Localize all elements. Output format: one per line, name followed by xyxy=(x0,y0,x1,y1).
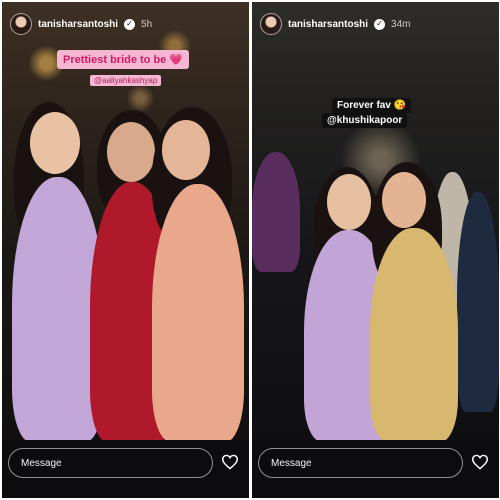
person-peach-saree xyxy=(152,184,244,440)
post-time: 5h xyxy=(141,18,153,30)
story-photo[interactable]: Prettiest bride to be 💗 @aaliyahkashyap xyxy=(2,2,249,440)
verified-badge-icon: ✓ xyxy=(374,18,386,30)
sticker-text: Prettiest bride to be xyxy=(63,54,167,66)
message-placeholder: Message xyxy=(21,457,62,469)
person-face xyxy=(107,122,155,182)
story-photo[interactable]: Forever fav 😘 @khushikapoor xyxy=(252,2,499,440)
person-gold-lehenga xyxy=(370,228,458,440)
story-panel-right[interactable]: Forever fav 😘 @khushikapoor tanisharsant… xyxy=(252,2,499,498)
person-face xyxy=(327,174,371,230)
message-input[interactable]: Message xyxy=(8,448,213,478)
story-panel-left[interactable]: Prettiest bride to be 💗 @aaliyahkashyap … xyxy=(2,2,249,498)
story-header: tanisharsantoshi ✓ 5h xyxy=(10,12,241,36)
story-header: tanisharsantoshi ✓ 34m xyxy=(260,12,491,36)
person-face xyxy=(162,120,210,180)
username[interactable]: tanisharsantoshi xyxy=(38,19,118,30)
story-text-sticker[interactable]: Prettiest bride to be 💗 xyxy=(57,50,190,69)
person-face xyxy=(382,172,426,228)
story-text-sticker[interactable]: Forever fav 😘 xyxy=(332,98,412,113)
person-background xyxy=(252,152,300,272)
post-time: 34m xyxy=(391,18,411,30)
avatar[interactable] xyxy=(260,13,282,35)
message-input[interactable]: Message xyxy=(258,448,463,478)
kiss-emoji-icon: 😘 xyxy=(393,100,407,111)
avatar[interactable] xyxy=(10,13,32,35)
person-background xyxy=(457,192,499,412)
username[interactable]: tanisharsantoshi xyxy=(288,19,368,30)
heart-outline-icon[interactable] xyxy=(471,454,489,470)
message-placeholder: Message xyxy=(271,457,312,469)
heart-emoji-icon: 💗 xyxy=(169,54,184,66)
verified-badge-icon: ✓ xyxy=(124,18,136,30)
sticker-text: Forever fav xyxy=(337,100,391,111)
mention-sticker[interactable]: @khushikapoor xyxy=(322,113,408,128)
person-face xyxy=(30,112,80,174)
mention-sticker[interactable]: @aaliyahkashyap xyxy=(90,75,162,86)
heart-outline-icon[interactable] xyxy=(221,454,239,470)
